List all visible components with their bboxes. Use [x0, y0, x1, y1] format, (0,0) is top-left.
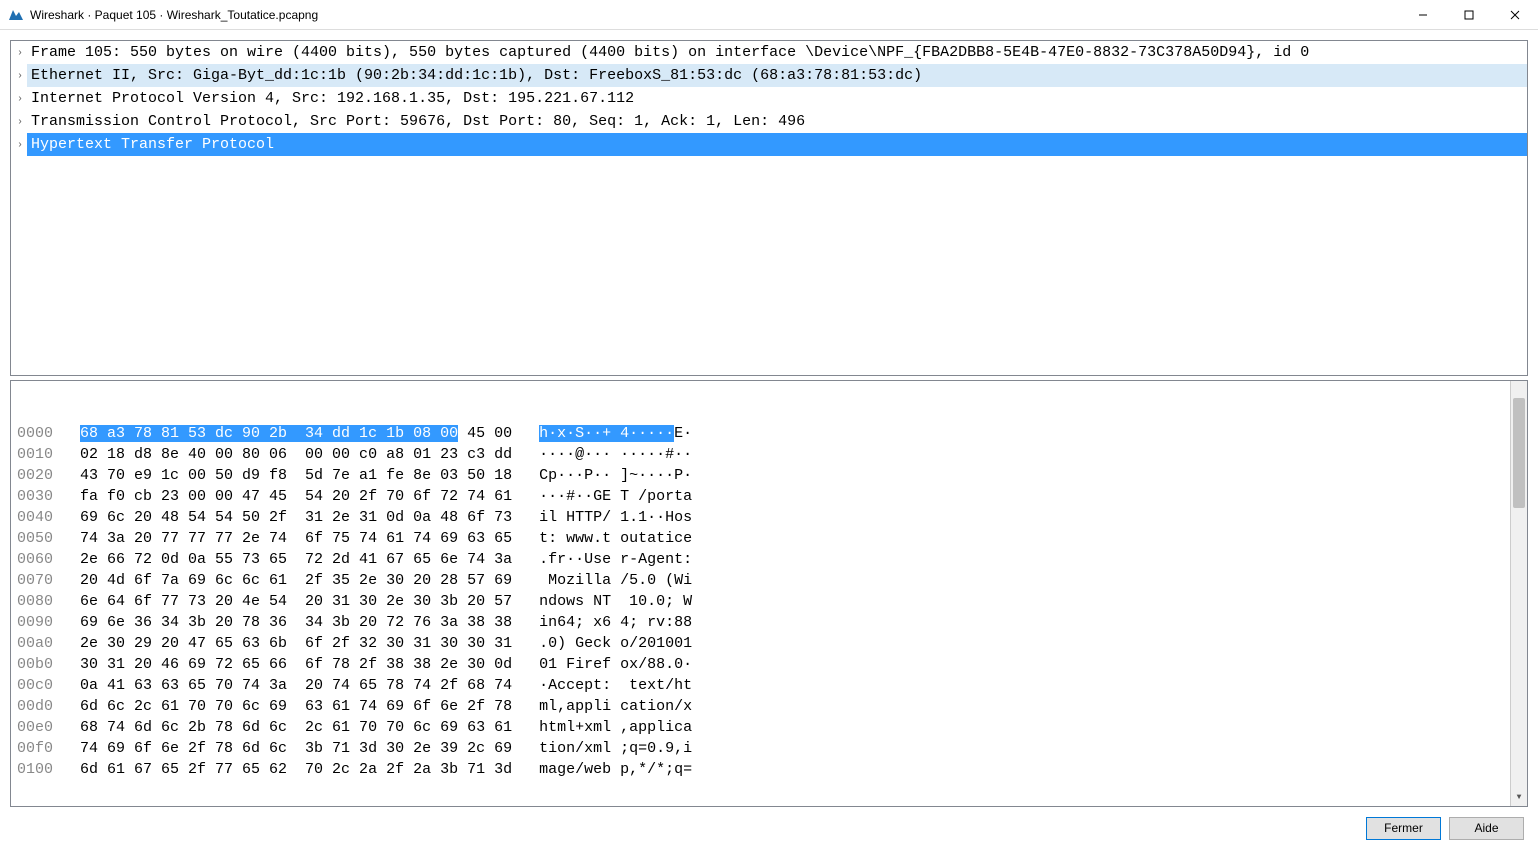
tree-row-label: Ethernet II, Src: Giga-Byt_dd:1c:1b (90:… — [27, 64, 1527, 87]
chevron-right-icon[interactable]: › — [13, 42, 27, 63]
tree-row[interactable]: ›Frame 105: 550 bytes on wire (4400 bits… — [11, 41, 1527, 64]
scroll-thumb[interactable] — [1513, 398, 1525, 508]
chevron-right-icon[interactable]: › — [13, 88, 27, 109]
hex-line[interactable]: 00b0 30 31 20 46 69 72 65 66 6f 78 2f 38… — [11, 654, 1527, 675]
hex-line[interactable]: 00e0 68 74 6d 6c 2b 78 6d 6c 2c 61 70 70… — [11, 717, 1527, 738]
hex-line[interactable]: 00a0 2e 30 29 20 47 65 63 6b 6f 2f 32 30… — [11, 633, 1527, 654]
hex-line[interactable]: 0030 fa f0 cb 23 00 00 47 45 54 20 2f 70… — [11, 486, 1527, 507]
scroll-down-icon[interactable]: ▼ — [1511, 789, 1527, 806]
hex-line[interactable]: 00d0 6d 6c 2c 61 70 70 6c 69 63 61 74 69… — [11, 696, 1527, 717]
window-title: Wireshark · Paquet 105 · Wireshark_Touta… — [30, 8, 1400, 22]
hex-line[interactable]: 0020 43 70 e9 1c 00 50 d9 f8 5d 7e a1 fe… — [11, 465, 1527, 486]
hex-line[interactable]: 0000 68 a3 78 81 53 dc 90 2b 34 dd 1c 1b… — [11, 423, 1527, 444]
dialog-footer: Fermer Aide — [0, 807, 1538, 849]
titlebar: Wireshark · Paquet 105 · Wireshark_Touta… — [0, 0, 1538, 30]
hex-line[interactable]: 0100 6d 61 67 65 2f 77 65 62 70 2c 2a 2f… — [11, 759, 1527, 780]
maximize-button[interactable] — [1446, 0, 1492, 30]
tree-row-label: Frame 105: 550 bytes on wire (4400 bits)… — [27, 41, 1527, 64]
close-button[interactable] — [1492, 0, 1538, 30]
hex-line[interactable]: 0050 74 3a 20 77 77 77 2e 74 6f 75 74 61… — [11, 528, 1527, 549]
chevron-right-icon[interactable]: › — [13, 134, 27, 155]
hex-line[interactable]: 0090 69 6e 36 34 3b 20 78 36 34 3b 20 72… — [11, 612, 1527, 633]
wireshark-icon — [8, 7, 24, 23]
tree-row-label: Transmission Control Protocol, Src Port:… — [27, 110, 1527, 133]
tree-row[interactable]: ›Ethernet II, Src: Giga-Byt_dd:1c:1b (90… — [11, 64, 1527, 87]
help-button[interactable]: Aide — [1449, 817, 1524, 840]
packet-details-tree[interactable]: ›Frame 105: 550 bytes on wire (4400 bits… — [10, 40, 1528, 376]
tree-row-label: Internet Protocol Version 4, Src: 192.16… — [27, 87, 1527, 110]
tree-row-label: Hypertext Transfer Protocol — [27, 133, 1527, 156]
hex-line[interactable]: 00c0 0a 41 63 63 65 70 74 3a 20 74 65 78… — [11, 675, 1527, 696]
hex-line[interactable]: 0040 69 6c 20 48 54 54 50 2f 31 2e 31 0d… — [11, 507, 1527, 528]
close-dialog-button[interactable]: Fermer — [1366, 817, 1441, 840]
hex-line[interactable]: 0070 20 4d 6f 7a 69 6c 6c 61 2f 35 2e 30… — [11, 570, 1527, 591]
hex-line[interactable]: 0010 02 18 d8 8e 40 00 80 06 00 00 c0 a8… — [11, 444, 1527, 465]
minimize-button[interactable] — [1400, 0, 1446, 30]
chevron-right-icon[interactable]: › — [13, 65, 27, 86]
tree-row[interactable]: ›Internet Protocol Version 4, Src: 192.1… — [11, 87, 1527, 110]
chevron-right-icon[interactable]: › — [13, 111, 27, 132]
tree-row[interactable]: ›Transmission Control Protocol, Src Port… — [11, 110, 1527, 133]
hex-line[interactable]: 00f0 74 69 6f 6e 2f 78 6d 6c 3b 71 3d 30… — [11, 738, 1527, 759]
tree-row[interactable]: ›Hypertext Transfer Protocol — [11, 133, 1527, 156]
hex-line[interactable]: 0060 2e 66 72 0d 0a 55 73 65 72 2d 41 67… — [11, 549, 1527, 570]
hex-line[interactable]: 0080 6e 64 6f 77 73 20 4e 54 20 31 30 2e… — [11, 591, 1527, 612]
hex-scrollbar[interactable]: ▲ ▼ — [1510, 381, 1527, 806]
packet-bytes-hex[interactable]: 0000 68 a3 78 81 53 dc 90 2b 34 dd 1c 1b… — [10, 380, 1528, 807]
